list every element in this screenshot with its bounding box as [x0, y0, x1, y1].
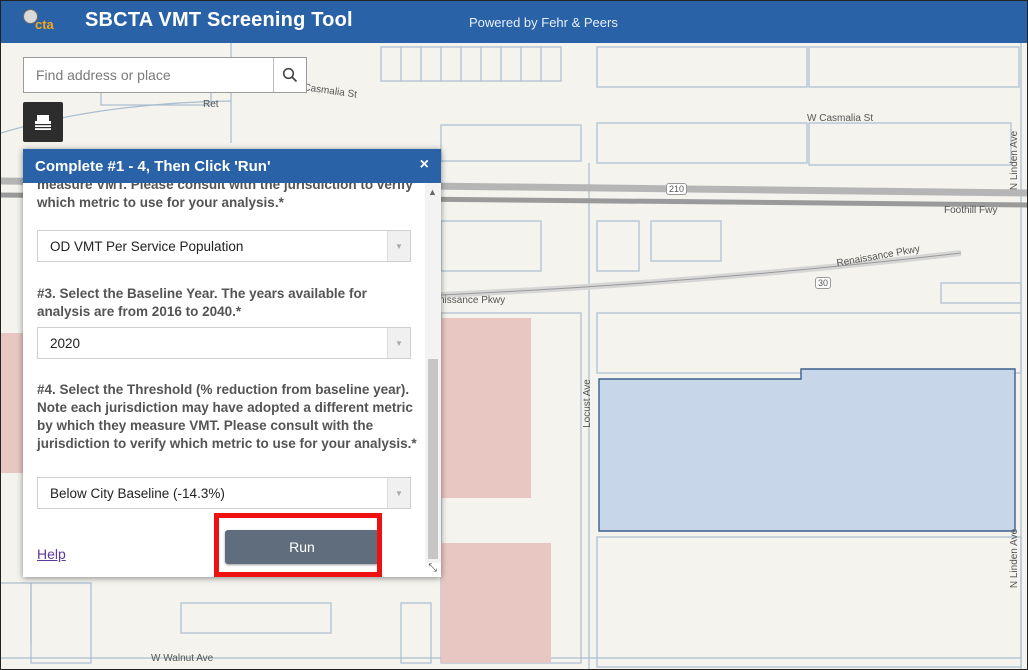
map-label-foothill: Foothill Fwy: [944, 205, 998, 216]
sbcta-logo: cta: [19, 7, 69, 37]
map-label-n-linden-top: N Linden Ave: [1009, 130, 1021, 191]
metric-select[interactable]: OD VMT Per Service Population ▼: [37, 230, 411, 262]
search-button[interactable]: [273, 58, 306, 92]
search-box: [23, 57, 307, 93]
scroll-up-icon[interactable]: ▲: [428, 187, 437, 197]
logo-text: cta: [35, 17, 54, 32]
panel-body: measure VMT. Please consult with the jur…: [23, 183, 425, 543]
chevron-down-icon: ▼: [387, 328, 410, 358]
threshold-value: Below City Baseline (-14.3%): [50, 486, 225, 501]
resize-handle-icon[interactable]: ⤡: [428, 562, 437, 575]
question-3-text: #3. Select the Baseline Year. The years …: [37, 286, 367, 319]
panel-scrollbar[interactable]: ▲: [425, 183, 441, 563]
app-header: cta SBCTA VMT Screening Tool Powered by …: [1, 1, 1027, 43]
map-label-w-casmalia-right: W Casmalia St: [807, 113, 874, 124]
map-label-poi: Ret: [203, 99, 219, 110]
panel-header: Complete #1 - 4, Then Click 'Run' ×: [23, 149, 441, 183]
panel-title: Complete #1 - 4, Then Click 'Run': [35, 158, 271, 175]
chevron-down-icon: ▼: [387, 478, 410, 508]
baseline-year-value: 2020: [50, 336, 81, 351]
question-4-text: #4. Select the Threshold (% reduction fr…: [37, 382, 417, 451]
route-210-shield: 210: [666, 183, 688, 195]
map-label-n-linden-bottom: N Linden Ave: [1009, 528, 1021, 589]
map-label-locust: Locust Ave: [581, 379, 593, 428]
basemap-gallery-icon: [35, 115, 51, 130]
app-title: SBCTA VMT Screening Tool: [85, 9, 353, 31]
map-label-renaissance-left: nissance Pkwy: [439, 295, 506, 306]
map-label-w-walnut: W Walnut Ave: [151, 653, 214, 664]
baseline-year-select[interactable]: 2020 ▼: [37, 327, 411, 359]
help-link[interactable]: Help: [37, 546, 66, 562]
chevron-down-icon: ▼: [387, 231, 410, 261]
close-icon[interactable]: ×: [420, 156, 429, 174]
run-button-highlight: [214, 513, 382, 577]
powered-by: Powered by Fehr & Peers: [469, 15, 618, 30]
route-30-shield: 30: [815, 277, 832, 289]
search-icon: [282, 67, 298, 83]
scrollbar-thumb[interactable]: [428, 359, 438, 559]
metric-select-value: OD VMT Per Service Population: [50, 239, 244, 254]
threshold-select[interactable]: Below City Baseline (-14.3%) ▼: [37, 477, 411, 509]
search-input[interactable]: [24, 58, 276, 92]
question-2-text: measure VMT. Please consult with the jur…: [37, 183, 413, 210]
basemap-button[interactable]: [23, 102, 63, 142]
app-window: cta SBCTA VMT Screening Tool Powered by …: [0, 0, 1028, 670]
